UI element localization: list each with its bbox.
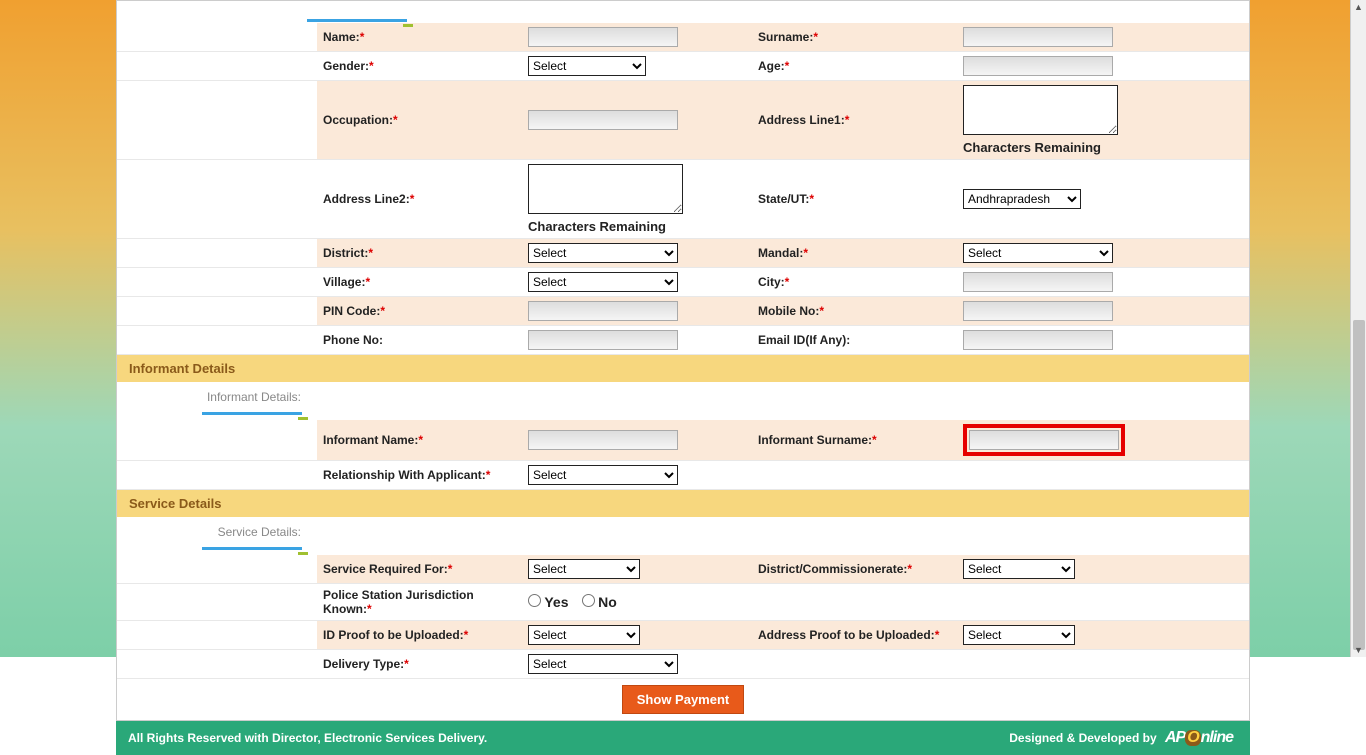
- surname-input[interactable]: [963, 27, 1113, 47]
- district-select[interactable]: Select: [528, 243, 678, 263]
- informant-surname-input[interactable]: [969, 430, 1119, 450]
- service-subtitle-row: Service Details:: [117, 517, 1249, 541]
- service-section-header: Service Details: [117, 490, 1249, 517]
- delivery-select[interactable]: Select: [528, 654, 678, 674]
- email-label: Email ID(If Any):: [758, 333, 850, 347]
- addr1-label: Address Line1:: [758, 113, 845, 127]
- village-select[interactable]: Select: [528, 272, 678, 292]
- addr-proof-label: Address Proof to be Uploaded:: [758, 628, 935, 642]
- village-label: Village:: [323, 275, 365, 289]
- occupation-label: Occupation:: [323, 113, 393, 127]
- footer-left: All Rights Reserved with Director, Elect…: [128, 731, 487, 745]
- ps-known-no-radio[interactable]: [582, 594, 595, 607]
- district-comm-select[interactable]: Select: [963, 559, 1075, 579]
- scroll-up-arrow-icon[interactable]: ▲: [1354, 2, 1364, 12]
- footer-right: Designed & Developed by APOnline: [1009, 729, 1238, 747]
- name-input[interactable]: [528, 27, 678, 47]
- addr2-textarea[interactable]: [528, 164, 683, 214]
- informant-surname-highlight: [963, 424, 1125, 456]
- applicant-underline: [307, 11, 417, 25]
- pin-label: PIN Code:: [323, 304, 380, 318]
- form-container: Name:* Surname:* Gender:* Select Age:* O…: [116, 0, 1250, 721]
- phone-label: Phone No:: [323, 333, 383, 347]
- aponline-logo: APOnline: [1160, 728, 1238, 747]
- page-footer: All Rights Reserved with Director, Elect…: [116, 721, 1250, 755]
- ps-known-label: Police Station Jurisdiction Known:: [323, 588, 474, 616]
- informant-subtitle-row: Informant Details:: [117, 382, 1249, 406]
- pin-input[interactable]: [528, 301, 678, 321]
- addr2-label: Address Line2:: [323, 192, 410, 206]
- addr-proof-select[interactable]: Select: [963, 625, 1075, 645]
- delivery-label: Delivery Type:: [323, 657, 404, 671]
- ps-known-yes-radio[interactable]: [528, 594, 541, 607]
- city-label: City:: [758, 275, 785, 289]
- service-required-label: Service Required For:: [323, 562, 448, 576]
- informant-surname-label: Informant Surname:: [758, 433, 872, 447]
- informant-name-input[interactable]: [528, 430, 678, 450]
- scrollbar[interactable]: ▲ ▼: [1350, 0, 1366, 657]
- addr1-chars-remaining: Characters Remaining: [963, 140, 1243, 155]
- yes-label: Yes: [544, 594, 568, 610]
- id-proof-select[interactable]: Select: [528, 625, 640, 645]
- mobile-label: Mobile No:: [758, 304, 819, 318]
- show-payment-button[interactable]: Show Payment: [622, 685, 744, 714]
- applicant-table: Name:* Surname:* Gender:* Select Age:* O…: [117, 23, 1249, 355]
- district-comm-label: District/Commissionerate:: [758, 562, 907, 576]
- informant-name-label: Informant Name:: [323, 433, 418, 447]
- addr2-chars-remaining: Characters Remaining: [528, 219, 746, 234]
- city-input[interactable]: [963, 272, 1113, 292]
- mandal-label: Mandal:: [758, 246, 803, 260]
- no-label: No: [598, 594, 617, 610]
- applicant-subtitle-row: [117, 1, 1249, 23]
- name-label: Name:: [323, 30, 360, 44]
- state-select[interactable]: Andhrapradesh: [963, 189, 1081, 209]
- occupation-input[interactable]: [528, 110, 678, 130]
- age-input[interactable]: [963, 56, 1113, 76]
- scroll-thumb[interactable]: [1353, 320, 1365, 650]
- email-input[interactable]: [963, 330, 1113, 350]
- service-required-select[interactable]: Select: [528, 559, 640, 579]
- informant-subtitle: Informant Details:: [117, 388, 307, 404]
- age-label: Age:: [758, 59, 785, 73]
- phone-input[interactable]: [528, 330, 678, 350]
- district-label: District:: [323, 246, 368, 260]
- surname-label: Surname:: [758, 30, 813, 44]
- addr1-textarea[interactable]: [963, 85, 1118, 135]
- relationship-label: Relationship With Applicant:: [323, 468, 486, 482]
- service-subtitle: Service Details:: [117, 523, 307, 539]
- informant-table: Informant Name:* Informant Surname:* Rel…: [117, 420, 1249, 490]
- scroll-down-arrow-icon[interactable]: ▼: [1354, 645, 1364, 655]
- gender-label: Gender:: [323, 59, 369, 73]
- mandal-select[interactable]: Select: [963, 243, 1113, 263]
- informant-section-header: Informant Details: [117, 355, 1249, 382]
- mobile-input[interactable]: [963, 301, 1113, 321]
- id-proof-label: ID Proof to be Uploaded:: [323, 628, 464, 642]
- state-label: State/UT:: [758, 192, 809, 206]
- gender-select[interactable]: Select: [528, 56, 646, 76]
- service-table: Service Required For:* Select District/C…: [117, 555, 1249, 679]
- relationship-select[interactable]: Select: [528, 465, 678, 485]
- button-row: Show Payment: [117, 679, 1249, 720]
